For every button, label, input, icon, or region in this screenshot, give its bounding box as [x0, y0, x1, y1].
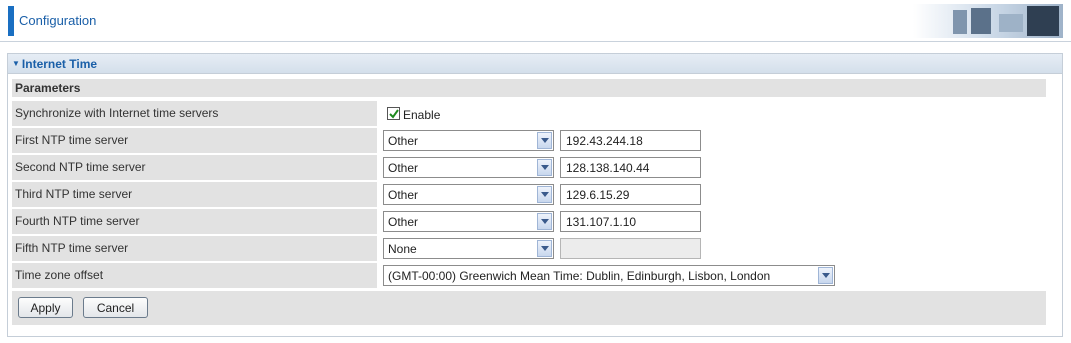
ntp-select-second[interactable]: Other [383, 157, 554, 178]
button-bar: Apply Cancel [12, 291, 1046, 325]
chevron-down-icon[interactable] [537, 132, 552, 149]
chevron-down-icon[interactable] [537, 213, 552, 230]
checkmark-icon [389, 109, 399, 119]
ntp-input-fourth[interactable]: 131.107.1.10 [560, 211, 701, 232]
internet-time-panel: ▼ Internet Time Parameters Synchronize wi… [7, 53, 1063, 337]
chevron-down-icon[interactable] [537, 186, 552, 203]
header-decoration-graphic [913, 4, 1063, 38]
parameters-label: Parameters [15, 81, 81, 95]
ntp-row-first: First NTP time server Other 192.43.244.1… [12, 128, 1046, 153]
ntp-label-fourth: Fourth NTP time server [15, 214, 140, 228]
chevron-down-icon[interactable] [818, 267, 833, 284]
page-title: Configuration [19, 13, 97, 28]
collapse-triangle-icon[interactable]: ▼ [12, 59, 20, 68]
ntp-label-fifth: Fifth NTP time server [15, 241, 129, 255]
chevron-down-icon[interactable] [537, 240, 552, 257]
page-header: Configuration [0, 0, 1071, 42]
ntp-input-fifth-disabled [560, 238, 701, 259]
section-title: Internet Time [21, 57, 98, 71]
ntp-row-fourth: Fourth NTP time server Other 131.107.1.1… [12, 209, 1046, 234]
sync-label: Synchronize with Internet time servers [15, 106, 219, 120]
sync-row: Synchronize with Internet time servers E… [12, 101, 1046, 126]
parameters-heading: Parameters [12, 79, 1046, 97]
ntp-label-first: First NTP time server [15, 133, 129, 147]
enable-sync-checkbox[interactable] [387, 107, 400, 120]
timezone-select[interactable]: (GMT-00:00) Greenwich Mean Time: Dublin,… [383, 265, 835, 286]
ntp-select-first[interactable]: Other [383, 130, 554, 151]
enable-checkbox-label: Enable [403, 108, 441, 122]
chevron-down-icon[interactable] [537, 159, 552, 176]
ntp-select-third[interactable]: Other [383, 184, 554, 205]
ntp-row-fifth: Fifth NTP time server None [12, 236, 1046, 261]
ntp-row-second: Second NTP time server Other 128.138.140… [12, 155, 1046, 180]
header-accent-bar [8, 6, 14, 36]
ntp-label-third: Third NTP time server [15, 187, 133, 201]
ntp-select-fifth[interactable]: None [383, 238, 554, 259]
timezone-label: Time zone offset [15, 268, 104, 282]
ntp-label-second: Second NTP time server [15, 160, 146, 174]
timezone-row: Time zone offset (GMT-00:00) Greenwich M… [12, 263, 1046, 288]
ntp-row-third: Third NTP time server Other 129.6.15.29 [12, 182, 1046, 207]
ntp-select-fourth[interactable]: Other [383, 211, 554, 232]
ntp-input-first[interactable]: 192.43.244.18 [560, 130, 701, 151]
section-header[interactable]: ▼ Internet Time [8, 54, 1062, 74]
apply-button[interactable]: Apply [18, 297, 73, 318]
ntp-input-second[interactable]: 128.138.140.44 [560, 157, 701, 178]
ntp-input-third[interactable]: 129.6.15.29 [560, 184, 701, 205]
cancel-button[interactable]: Cancel [83, 297, 148, 318]
